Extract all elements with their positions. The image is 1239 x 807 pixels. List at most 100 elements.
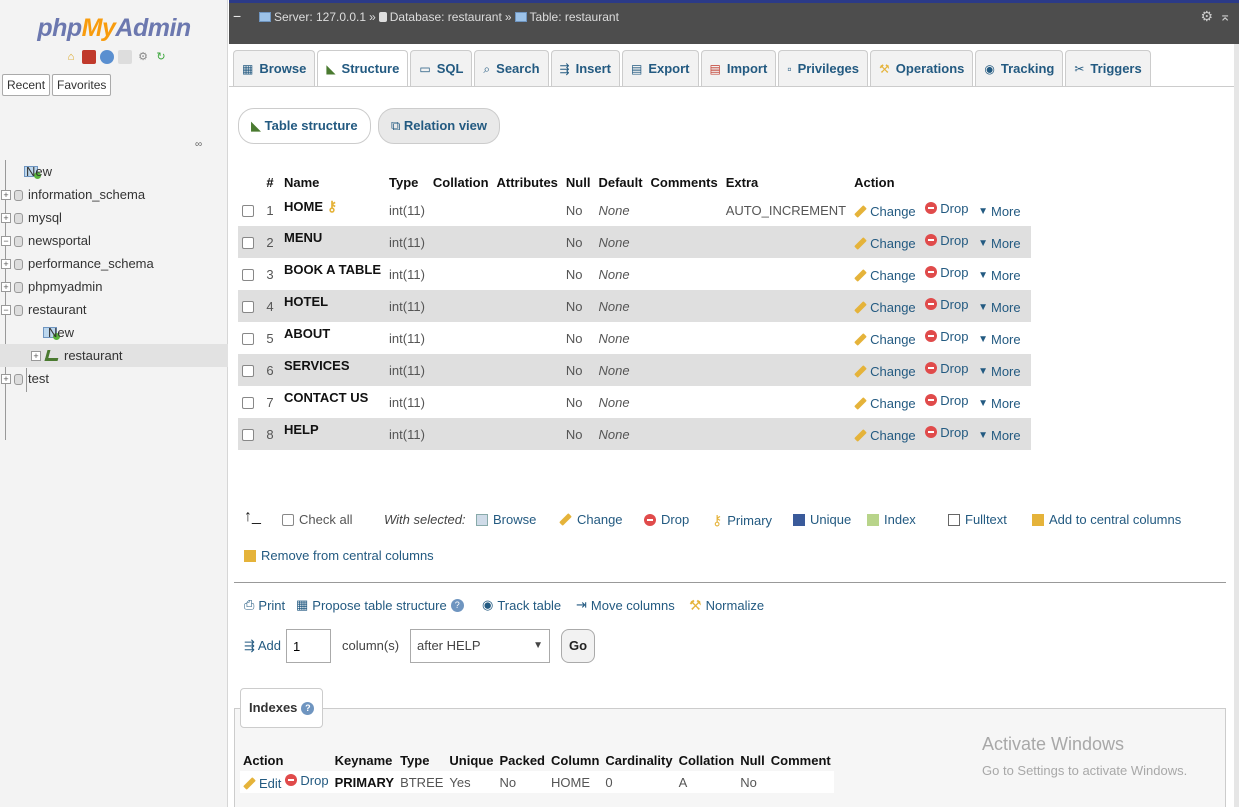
change-button[interactable]: Change xyxy=(854,268,916,283)
collapse-icon[interactable]: − xyxy=(1,305,11,315)
help-icon[interactable]: ? xyxy=(301,701,315,715)
query-window-icon[interactable] xyxy=(100,50,114,64)
more-dropdown[interactable]: ▼ More xyxy=(978,364,1021,379)
drop-button[interactable]: Drop xyxy=(925,233,968,248)
index-edit-button[interactable]: Edit xyxy=(243,776,281,791)
more-dropdown[interactable]: ▼ More xyxy=(978,300,1021,315)
row-checkbox[interactable] xyxy=(242,429,254,442)
bulk-primary-button[interactable]: ⚷ Primary xyxy=(712,512,772,529)
tab-import[interactable]: ▤ Import xyxy=(700,50,777,86)
gear-icon[interactable]: ⚙ xyxy=(136,50,150,64)
page-scrollbar[interactable] xyxy=(1234,44,1239,807)
drop-button[interactable]: Drop xyxy=(925,297,968,312)
settings-gear-icon[interactable]: ⚙ xyxy=(1200,8,1213,25)
tab-privileges[interactable]: ▫ Privileges xyxy=(778,50,869,86)
expand-icon[interactable]: + xyxy=(1,282,11,292)
bulk-drop-button[interactable]: Drop xyxy=(644,512,689,527)
drop-button[interactable]: Drop xyxy=(925,425,968,440)
expand-icon[interactable]: + xyxy=(1,259,11,269)
favorites-tab[interactable]: Favorites xyxy=(52,74,112,96)
breadcrumb-server[interactable]: Server: 127.0.0.1 xyxy=(274,10,366,24)
tree-item-performance_schema[interactable]: + performance_schema xyxy=(0,252,228,275)
index-drop-button[interactable]: Drop xyxy=(285,773,329,788)
tree-item-information_schema[interactable]: + information_schema xyxy=(0,183,228,206)
reload-icon[interactable]: ↻ xyxy=(154,50,168,64)
go-button[interactable]: Go xyxy=(561,629,595,663)
tree-item-test[interactable]: + test xyxy=(0,367,228,390)
home-icon[interactable]: ⌂ xyxy=(64,50,78,64)
tree-item-newsportal[interactable]: − newsportal xyxy=(0,229,228,252)
drop-button[interactable]: Drop xyxy=(925,265,968,280)
row-checkbox[interactable] xyxy=(242,205,254,218)
more-dropdown[interactable]: ▼ More xyxy=(978,428,1021,443)
subtab-relation-view[interactable]: ⧉ Relation view xyxy=(378,108,500,144)
more-dropdown[interactable]: ▼ More xyxy=(978,268,1021,283)
tab-export[interactable]: ▤ Export xyxy=(622,50,699,86)
change-button[interactable]: Change xyxy=(854,396,916,411)
breadcrumb-table[interactable]: Table: restaurant xyxy=(530,10,619,24)
change-button[interactable]: Change xyxy=(854,300,916,315)
tree-item-new[interactable]: New xyxy=(0,160,228,183)
column-count-input[interactable] xyxy=(286,629,331,663)
subtab-table-structure[interactable]: ◣ Table structure xyxy=(238,108,371,144)
more-dropdown[interactable]: ▼ More xyxy=(978,204,1021,219)
check-all-checkbox[interactable]: Check all xyxy=(282,512,352,527)
tab-search[interactable]: ⌕ Search xyxy=(474,50,549,86)
row-checkbox[interactable] xyxy=(242,237,254,250)
drop-button[interactable]: Drop xyxy=(925,393,968,408)
logout-icon[interactable] xyxy=(82,50,96,64)
row-checkbox[interactable] xyxy=(242,397,254,410)
tab-operations[interactable]: ⚒ Operations xyxy=(870,50,974,86)
normalize-link[interactable]: ⚒ Normalize xyxy=(689,597,764,614)
change-button[interactable]: Change xyxy=(854,364,916,379)
tree-item-restaurant-table[interactable]: + restaurant xyxy=(0,344,228,367)
drop-button[interactable]: Drop xyxy=(925,361,968,376)
more-dropdown[interactable]: ▼ More xyxy=(978,396,1021,411)
phpmyadmin-logo[interactable]: phpMyAdmin xyxy=(0,14,228,43)
expand-icon[interactable]: + xyxy=(1,190,11,200)
tab-tracking[interactable]: ◉ Tracking xyxy=(975,50,1064,86)
tab-sql[interactable]: ▭ SQL xyxy=(410,50,473,86)
print-link[interactable]: ⎙ Print xyxy=(244,597,285,613)
drop-button[interactable]: Drop xyxy=(925,201,968,216)
more-dropdown[interactable]: ▼ More xyxy=(978,236,1021,251)
row-checkbox[interactable] xyxy=(242,269,254,282)
tree-item-restaurant[interactable]: − restaurant xyxy=(0,298,228,321)
bulk-change-button[interactable]: Change xyxy=(559,512,623,527)
bulk-index-button[interactable]: Index xyxy=(867,512,916,527)
expand-icon[interactable]: + xyxy=(31,351,41,361)
link-with-main-icon[interactable]: ∞ xyxy=(195,139,202,150)
propose-structure-link[interactable]: ▦ Propose table structure? xyxy=(296,597,464,613)
change-button[interactable]: Change xyxy=(854,204,916,219)
tree-item-mysql[interactable]: + mysql xyxy=(0,206,228,229)
tab-insert[interactable]: ⇶ Insert xyxy=(550,50,620,86)
tab-triggers[interactable]: ✂ Triggers xyxy=(1065,50,1151,86)
bulk-browse-button[interactable]: Browse xyxy=(476,512,536,527)
remove-central-columns-button[interactable]: Remove from central columns xyxy=(244,548,434,563)
row-checkbox[interactable] xyxy=(242,333,254,346)
breadcrumb-database[interactable]: Database: restaurant xyxy=(390,10,502,24)
tree-item-new-table[interactable]: New xyxy=(0,321,228,344)
change-button[interactable]: Change xyxy=(854,236,916,251)
change-button[interactable]: Change xyxy=(854,428,916,443)
help-icon[interactable]: ? xyxy=(450,598,464,612)
scroll-top-icon[interactable]: ⌅ xyxy=(1219,8,1231,25)
docs-icon[interactable] xyxy=(118,50,132,64)
move-columns-link[interactable]: ⇥ Move columns xyxy=(576,597,675,613)
change-button[interactable]: Change xyxy=(854,332,916,347)
collapse-nav-icon[interactable]: − xyxy=(233,8,241,24)
track-table-link[interactable]: ◉ Track table xyxy=(482,597,561,613)
more-dropdown[interactable]: ▼ More xyxy=(978,332,1021,347)
bulk-unique-button[interactable]: Unique xyxy=(793,512,851,527)
tree-item-phpmyadmin[interactable]: + phpmyadmin xyxy=(0,275,228,298)
add-central-columns-button[interactable]: Add to central columns xyxy=(1032,512,1181,527)
bulk-fulltext-button[interactable]: Fulltext xyxy=(948,512,1007,527)
tab-browse[interactable]: ▦ Browse xyxy=(233,50,316,86)
collapse-icon[interactable]: − xyxy=(1,236,11,246)
tab-structure[interactable]: ◣ Structure xyxy=(317,50,409,86)
recent-tab[interactable]: Recent xyxy=(2,74,51,96)
column-position-select[interactable]: after HELP ▼ xyxy=(410,629,550,663)
row-checkbox[interactable] xyxy=(242,301,254,314)
expand-icon[interactable]: + xyxy=(1,213,11,223)
drop-button[interactable]: Drop xyxy=(925,329,968,344)
